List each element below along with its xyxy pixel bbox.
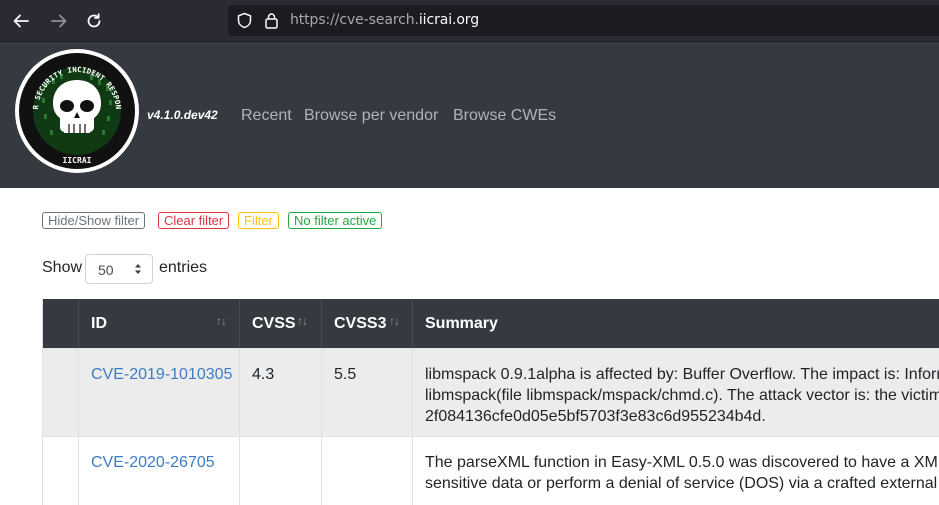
sort-icon[interactable]: ↑↓ [297,314,308,328]
svg-text:IICRAI: IICRAI [63,156,92,165]
nav-browse-per-vendor[interactable]: Browse per vendor [304,107,438,125]
summary-line: sensitive data or perform a denial of se… [425,475,939,492]
forward-arrow-icon[interactable] [46,8,72,34]
col-header-cvss[interactable]: CVSS ↑↓ [239,299,321,348]
show-label: Show [42,259,83,276]
sort-icon[interactable]: ↑↓ [389,314,400,328]
back-arrow-icon[interactable] [8,8,34,34]
cvss-cell [239,437,321,505]
cvss3-value: 5.5 [334,366,357,383]
summary-line: The parseXML function in Easy-XML 0.5.0 … [425,454,939,471]
nav-browse-cwes[interactable]: Browse CWEs [453,107,556,125]
site-header: COMPUTER SECURITY INCIDENT RESPONSE TEAM… [0,42,939,188]
clear-filter-button[interactable]: Clear filter [158,212,230,229]
col-header-cvss3[interactable]: CVSS3 ↑↓ [321,299,412,348]
col-header-label: CVSS [252,315,296,332]
col-header-label: Summary [425,315,498,332]
cvss-value: 4.3 [252,366,275,383]
entries-select-value: 50 [98,262,114,278]
shield-icon[interactable] [236,12,253,29]
summary-line: libmspack(file libmspack/mspack/chmd.c).… [425,387,939,404]
reload-icon[interactable] [81,8,107,34]
col-header-id[interactable]: ID ↑↓ [78,299,239,348]
col-header-label: CVSS3 [334,315,387,332]
nav-recent[interactable]: Recent [241,107,292,125]
cvss3-cell [321,437,412,505]
csirt-logo[interactable]: COMPUTER SECURITY INCIDENT RESPONSE TEAM… [14,48,140,174]
entries-label: entries [159,259,208,276]
col-header-summary: Summary [412,299,939,348]
sort-arrows-icon [135,264,141,274]
summary-line: 2f084136cfe0d05e5bf5703f3e83c6d955234b4d… [425,408,766,425]
sort-icon[interactable]: ↑↓ [216,314,227,328]
hide-show-filter-button[interactable]: Hide/Show filter [42,212,146,229]
cvss3-cell: 5.5 [321,349,412,436]
url-text[interactable]: https://cve-search.iicrai.org [290,12,479,28]
summary-line: libmspack 0.9.1alpha is affected by: Buf… [425,366,939,383]
entries-select[interactable]: 50 [85,254,153,284]
filter-button[interactable]: Filter [238,212,279,229]
summary-cell: libmspack 0.9.1alpha is affected by: Buf… [412,349,939,436]
cvss-cell: 4.3 [239,349,321,436]
cve-link[interactable]: CVE-2020-26705 [91,452,215,473]
table-row: CVE-2020-26705 The parseXML function in … [42,436,939,505]
url-bar[interactable]: https://cve-search.iicrai.org [228,5,939,36]
url-host: iicrai.org [418,12,480,28]
lock-icon[interactable] [264,12,279,29]
cve-table: ID ↑↓ CVSS ↑↓ CVSS3 ↑↓ Summary CVE-2019-… [42,299,939,505]
table-row: CVE-2019-1010305 4.3 5.5 libmspack 0.9.1… [42,348,939,436]
cve-link[interactable]: CVE-2019-1010305 [91,364,232,385]
version-label: v4.1.0.dev42 [147,108,218,122]
filter-status-badge: No filter active [288,212,383,229]
id-cell: CVE-2020-26705 [78,437,239,505]
table-left-border [42,299,43,505]
col-header-label: ID [91,315,107,332]
browser-toolbar: https://cve-search.iicrai.org [0,0,939,42]
summary-cell: The parseXML function in Easy-XML 0.5.0 … [412,437,939,505]
id-cell: CVE-2019-1010305 [78,349,239,436]
url-prefix: https://cve-search. [290,12,419,28]
table-header: ID ↑↓ CVSS ↑↓ CVSS3 ↑↓ Summary [42,299,939,348]
